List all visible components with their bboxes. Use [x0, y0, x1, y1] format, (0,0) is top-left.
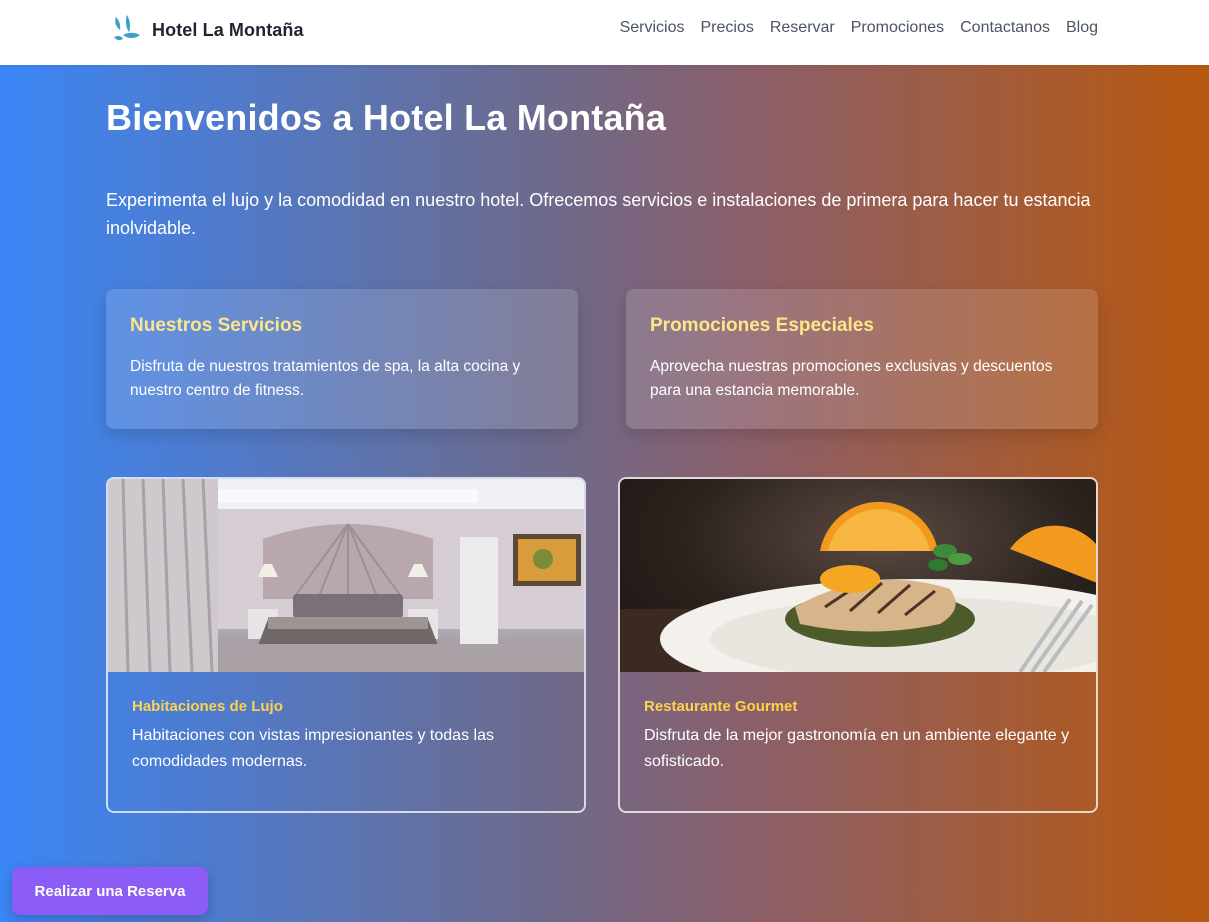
reservation-button[interactable]: Realizar una Reserva — [12, 867, 208, 915]
nav-link-precios[interactable]: Precios — [700, 19, 753, 37]
nav-link-blog[interactable]: Blog — [1066, 19, 1098, 37]
info-card-text: Aprovecha nuestras promociones exclusiva… — [650, 358, 1053, 399]
nav-links: Servicios Precios Reservar Promociones C… — [620, 19, 1098, 37]
feature-card-habitaciones[interactable]: Habitaciones de Lujo Habitaciones con vi… — [106, 477, 586, 813]
water-drops-icon — [114, 15, 140, 41]
brand[interactable]: Hotel La Montaña — [110, 12, 304, 48]
feature-text: Disfruta de la mejor gastronomía en un a… — [644, 727, 1070, 770]
nav-link-contactanos[interactable]: Contactanos — [960, 19, 1050, 37]
feature-body: Restaurante Gourmet Disfruta de la mejor… — [620, 672, 1096, 801]
hero-description: Experimenta el lujo y la comodidad en nu… — [106, 190, 1091, 238]
info-card-servicios: Nuestros Servicios Disfruta de nuestros … — [106, 289, 578, 429]
hero-title: Bienvenidos a Hotel La Montaña — [106, 97, 667, 138]
nav-link-promociones[interactable]: Promociones — [851, 19, 944, 37]
top-navbar: Hotel La Montaña Servicios Precios Reser… — [0, 0, 1209, 65]
info-card-text: Disfruta de nuestros tratamientos de spa… — [130, 358, 521, 399]
feature-body: Habitaciones de Lujo Habitaciones con vi… — [108, 672, 584, 801]
info-card-title: Promociones Especiales — [650, 315, 874, 336]
brand-name: Hotel La Montaña — [152, 19, 304, 40]
feature-text: Habitaciones con vistas impresionantes y… — [132, 727, 494, 770]
hotel-bedroom-photo — [108, 479, 584, 672]
gourmet-dish-photo — [620, 479, 1096, 672]
info-card-promociones: Promociones Especiales Aprovecha nuestra… — [626, 289, 1098, 429]
nav-link-servicios[interactable]: Servicios — [620, 19, 685, 37]
feature-title: Habitaciones de Lujo — [132, 698, 283, 715]
feature-title: Restaurante Gourmet — [644, 698, 798, 715]
info-card-title: Nuestros Servicios — [130, 315, 303, 336]
nav-link-reservar[interactable]: Reservar — [770, 19, 835, 37]
feature-card-restaurante[interactable]: Restaurante Gourmet Disfruta de la mejor… — [618, 477, 1098, 813]
